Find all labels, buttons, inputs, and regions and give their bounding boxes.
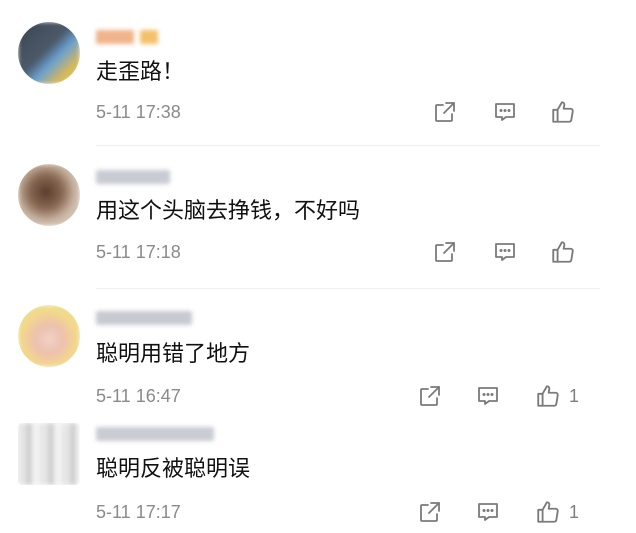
comment-icon [478, 503, 498, 521]
share-button[interactable] [415, 497, 445, 527]
thumbs-up-icon [552, 241, 574, 263]
like-button[interactable] [533, 497, 563, 527]
thumbs-up-icon [552, 101, 574, 123]
reply-button[interactable] [490, 97, 520, 127]
comment-icon [495, 103, 515, 121]
comment-actions: 1 [415, 497, 595, 527]
reply-button[interactable] [473, 381, 503, 411]
like-button[interactable] [548, 97, 578, 127]
like-button[interactable] [533, 381, 563, 411]
comment-icon [495, 243, 515, 261]
comment-text: 走歪路！ [96, 60, 185, 85]
avatar[interactable] [18, 423, 80, 485]
share-button[interactable] [430, 237, 460, 267]
comment-time: 5-11 16:47 [96, 386, 181, 406]
reply-button[interactable] [473, 497, 503, 527]
share-icon [435, 102, 455, 122]
username-blurred[interactable] [96, 311, 192, 329]
avatar[interactable] [18, 164, 80, 226]
reply-button[interactable] [490, 237, 520, 267]
like-count: 1 [569, 502, 580, 522]
comment-item: 走歪路！ 5-11 17:38 [0, 0, 636, 140]
comment-item: 聪明反被聪明误 5-11 17:17 1 [0, 415, 636, 533]
share-icon [420, 502, 440, 522]
divider [96, 145, 600, 146]
thumbs-up-icon [537, 501, 559, 523]
avatar[interactable] [18, 305, 80, 367]
share-icon [435, 242, 455, 262]
share-icon [420, 386, 440, 406]
comment-actions: 1 [415, 381, 595, 411]
comment-item: 用这个头脑去挣钱，不好吗 5-11 17:18 [0, 150, 636, 285]
comment-actions [430, 237, 600, 267]
username-blurred[interactable] [96, 30, 158, 48]
comment-time: 5-11 17:38 [96, 102, 181, 122]
divider [96, 288, 600, 289]
comment-time: 5-11 17:17 [96, 502, 181, 522]
comment-time: 5-11 17:18 [96, 242, 181, 262]
like-count: 1 [569, 386, 580, 406]
share-button[interactable] [430, 97, 460, 127]
comment-item: 聪明用错了地方 5-11 16:47 1 [0, 295, 636, 415]
comment-text: 聪明反被聪明误 [96, 457, 251, 482]
comment-text: 用这个头脑去挣钱，不好吗 [96, 199, 361, 224]
username-blurred[interactable] [96, 427, 214, 445]
avatar[interactable] [18, 22, 80, 84]
thumbs-up-icon [537, 385, 559, 407]
comment-actions [430, 97, 600, 127]
comment-icon [478, 387, 498, 405]
username-blurred[interactable] [96, 170, 170, 188]
comment-text: 聪明用错了地方 [96, 342, 251, 367]
like-button[interactable] [548, 237, 578, 267]
share-button[interactable] [415, 381, 445, 411]
